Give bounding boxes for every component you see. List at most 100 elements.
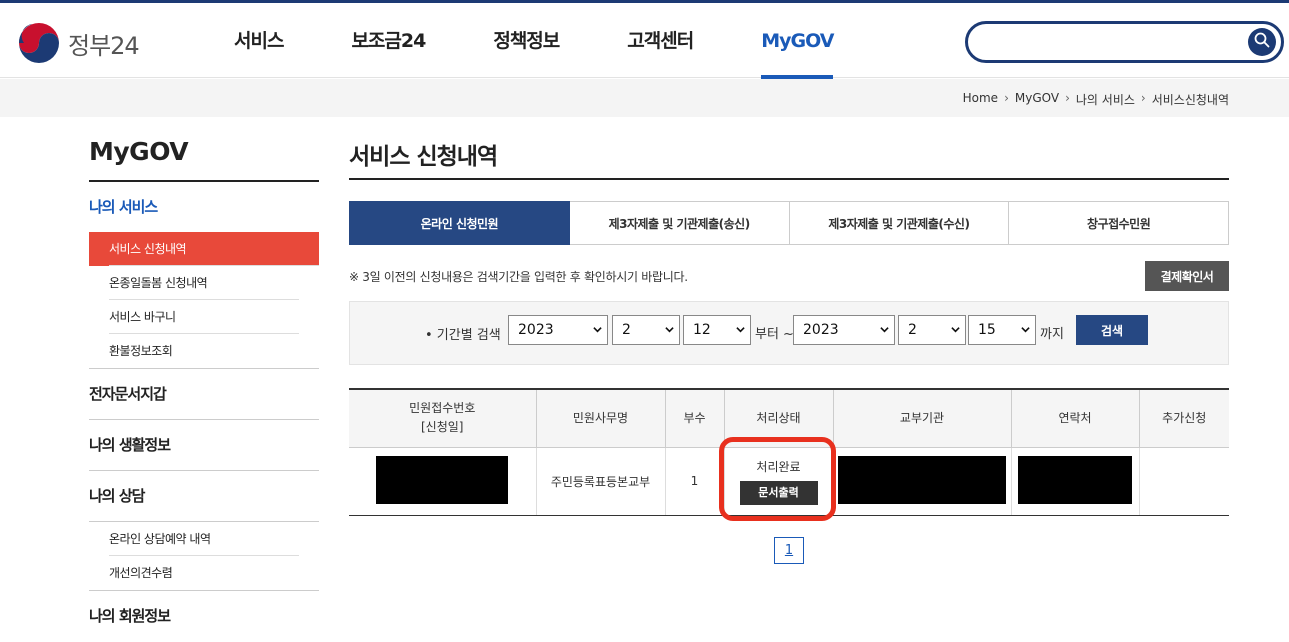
sidebar-item-feedback[interactable]: 개선의견수렴 [89, 556, 299, 590]
col-issuing-agency: 교부기관 [833, 388, 1012, 448]
breadcrumb-home[interactable]: Home [963, 91, 998, 108]
sidebar-title: MyGOV [89, 137, 319, 182]
sidebar: MyGOV 나의 서비스 서비스 신청내역 온종일돌봄 신청내역 서비스 바구니… [89, 137, 319, 642]
sidebar-group-consultation[interactable]: 나의 상담 [89, 471, 319, 522]
status-text: 처리완료 [756, 459, 801, 474]
sidebar-item-refund-info[interactable]: 환불정보조회 [89, 334, 299, 368]
breadcrumb-my-service[interactable]: 나의 서비스 [1076, 91, 1135, 108]
sidebar-item-online-consult[interactable]: 온라인 상담예약 내역 [89, 522, 299, 556]
col-additional-request: 추가신청 [1139, 388, 1229, 448]
table-header-row: 민원접수번호 [신청일] 민원사무명 부수 처리상태 교부기관 연락처 추가신청 [349, 388, 1229, 448]
sidebar-group-life-info[interactable]: 나의 생활정보 [89, 420, 319, 471]
sidebar-item-care-history[interactable]: 온종일돌봄 신청내역 [89, 266, 299, 300]
tab-online-application[interactable]: 온라인 신청민원 [349, 201, 570, 245]
to-month-value: 2 [908, 322, 917, 338]
gnb-item-mygov[interactable]: MyGOV [761, 3, 834, 79]
search-button[interactable] [1248, 28, 1276, 56]
breadcrumb-bar: Home › MyGOV › 나의 서비스 › 서비스신청내역 [0, 79, 1289, 117]
cell-issuing-agency [833, 447, 1012, 516]
global-nav: 서비스 보조금24 정책정보 고객센터 MyGOV [234, 3, 901, 79]
print-document-button[interactable]: 문서출력 [739, 480, 818, 505]
government-emblem-icon [18, 22, 60, 64]
header-label: 민원접수번호 [409, 401, 476, 416]
breadcrumb-current: 서비스신청내역 [1151, 93, 1229, 107]
chevron-down-icon [1021, 327, 1030, 333]
sidebar-item-service-basket[interactable]: 서비스 바구니 [89, 300, 299, 334]
gnb-item-policy[interactable]: 정책정보 [493, 3, 560, 78]
tab-third-party-sent[interactable]: 제3자제출 및 기관제출(송신) [569, 201, 790, 245]
chevron-right-icon: › [1004, 91, 1009, 105]
sidebar-item-label: 온라인 상담예약 내역 [109, 532, 211, 546]
pagination-page-1[interactable]: 1 [774, 537, 804, 564]
cell-status: 처리완료 문서출력 [724, 447, 834, 516]
chevron-down-icon [951, 327, 960, 333]
to-day-value: 15 [978, 322, 996, 338]
chevron-right-icon: › [1065, 91, 1070, 105]
tab-bar: 온라인 신청민원 제3자제출 및 기관제출(송신) 제3자제출 및 기관제출(수… [349, 201, 1229, 245]
sidebar-group-e-wallet[interactable]: 전자문서지갑 [89, 369, 319, 420]
sidebar-item-label: 온종일돌봄 신청내역 [109, 276, 208, 290]
breadcrumb-mygov[interactable]: MyGOV [1015, 91, 1059, 108]
chevron-right-icon: › [1140, 91, 1146, 105]
from-month-value: 2 [622, 322, 631, 338]
main-content: 서비스 신청내역 온라인 신청민원 제3자제출 및 기관제출(송신) 제3자제출… [349, 137, 1229, 365]
col-service-name: 민원사무명 [536, 388, 666, 448]
from-day-value: 12 [693, 322, 711, 338]
redacted-block [376, 455, 509, 504]
chevron-down-icon [736, 327, 745, 333]
application-table: 민원접수번호 [신청일] 민원사무명 부수 처리상태 교부기관 연락처 추가신청 … [349, 388, 1229, 516]
from-day-select[interactable]: 12 [683, 315, 751, 345]
site-logo[interactable]: 정부24 [18, 22, 140, 64]
notice-text: ※ 3일 이전의 신청내용은 검색기간을 입력한 후 확인하시기 바랍니다. [349, 270, 688, 284]
breadcrumb: Home › MyGOV › 나의 서비스 › 서비스신청내역 [963, 91, 1229, 108]
to-day-select[interactable]: 15 [968, 315, 1036, 345]
period-search-box: • 기간별 검색 2023 2 12 부터 ~ 2023 2 15 까지 검색 [349, 301, 1229, 365]
chevron-down-icon [593, 327, 602, 333]
chevron-down-icon [665, 327, 674, 333]
col-status: 처리상태 [724, 388, 834, 448]
to-suffix: 까지 [1040, 327, 1064, 342]
cell-receipt-number [349, 447, 537, 516]
from-month-select[interactable]: 2 [612, 315, 680, 345]
site-header: 정부24 서비스 보조금24 정책정보 고객센터 MyGOV [0, 3, 1289, 79]
sidebar-item-label: 환불정보조회 [109, 344, 173, 358]
sidebar-item-label: 서비스 신청내역 [109, 242, 187, 256]
sidebar-group-my-service[interactable]: 나의 서비스 [89, 182, 319, 232]
redacted-block [1018, 455, 1132, 504]
sidebar-item-label: 서비스 바구니 [109, 310, 176, 324]
gnb-item-service[interactable]: 서비스 [234, 3, 284, 78]
cell-additional-request [1139, 447, 1229, 516]
logo-text: 정부24 [68, 31, 140, 60]
gnb-item-customer-center[interactable]: 고객센터 [627, 3, 694, 78]
table-row: 주민등록표등본교부 1 처리완료 문서출력 [349, 447, 1229, 516]
tab-third-party-received[interactable]: 제3자제출 및 기관제출(수신) [789, 201, 1010, 245]
chevron-down-icon [880, 327, 889, 333]
sidebar-group-member-info[interactable]: 나의 회원정보 [89, 591, 319, 642]
tab-counter-application[interactable]: 창구접수민원 [1009, 201, 1229, 245]
from-year-value: 2023 [518, 322, 554, 338]
to-month-select[interactable]: 2 [898, 315, 966, 345]
cell-service-name: 주민등록표등본교부 [536, 447, 666, 516]
col-copies: 부수 [665, 388, 725, 448]
gnb-item-subsidy[interactable]: 보조금24 [351, 3, 426, 78]
col-receipt-number: 민원접수번호 [신청일] [349, 388, 537, 448]
period-search-button[interactable]: 검색 [1076, 315, 1148, 345]
to-year-value: 2023 [803, 322, 839, 338]
search-input[interactable] [982, 24, 1242, 60]
payment-confirmation-button[interactable]: 결제확인서 [1145, 261, 1229, 291]
sidebar-item-service-history[interactable]: 서비스 신청내역 [89, 232, 319, 266]
col-contact: 연락처 [1011, 388, 1140, 448]
page-title: 서비스 신청내역 [349, 137, 1229, 180]
from-suffix: 부터 ~ [755, 327, 794, 342]
header-sublabel: [신청일] [421, 420, 464, 435]
sidebar-submenu-my-service: 서비스 신청내역 온종일돌봄 신청내역 서비스 바구니 환불정보조회 [89, 232, 319, 369]
notice-row: ※ 3일 이전의 신청내용은 검색기간을 입력한 후 확인하시기 바랍니다. 결… [349, 245, 1229, 295]
cell-contact [1011, 447, 1140, 516]
period-label: • 기간별 검색 [425, 328, 501, 343]
from-year-select[interactable]: 2023 [508, 315, 608, 345]
redacted-block [838, 455, 1006, 504]
sidebar-submenu-consultation: 온라인 상담예약 내역 개선의견수렴 [89, 522, 319, 591]
cell-copies: 1 [665, 447, 725, 516]
sidebar-item-label: 개선의견수렴 [109, 566, 173, 580]
to-year-select[interactable]: 2023 [793, 315, 895, 345]
